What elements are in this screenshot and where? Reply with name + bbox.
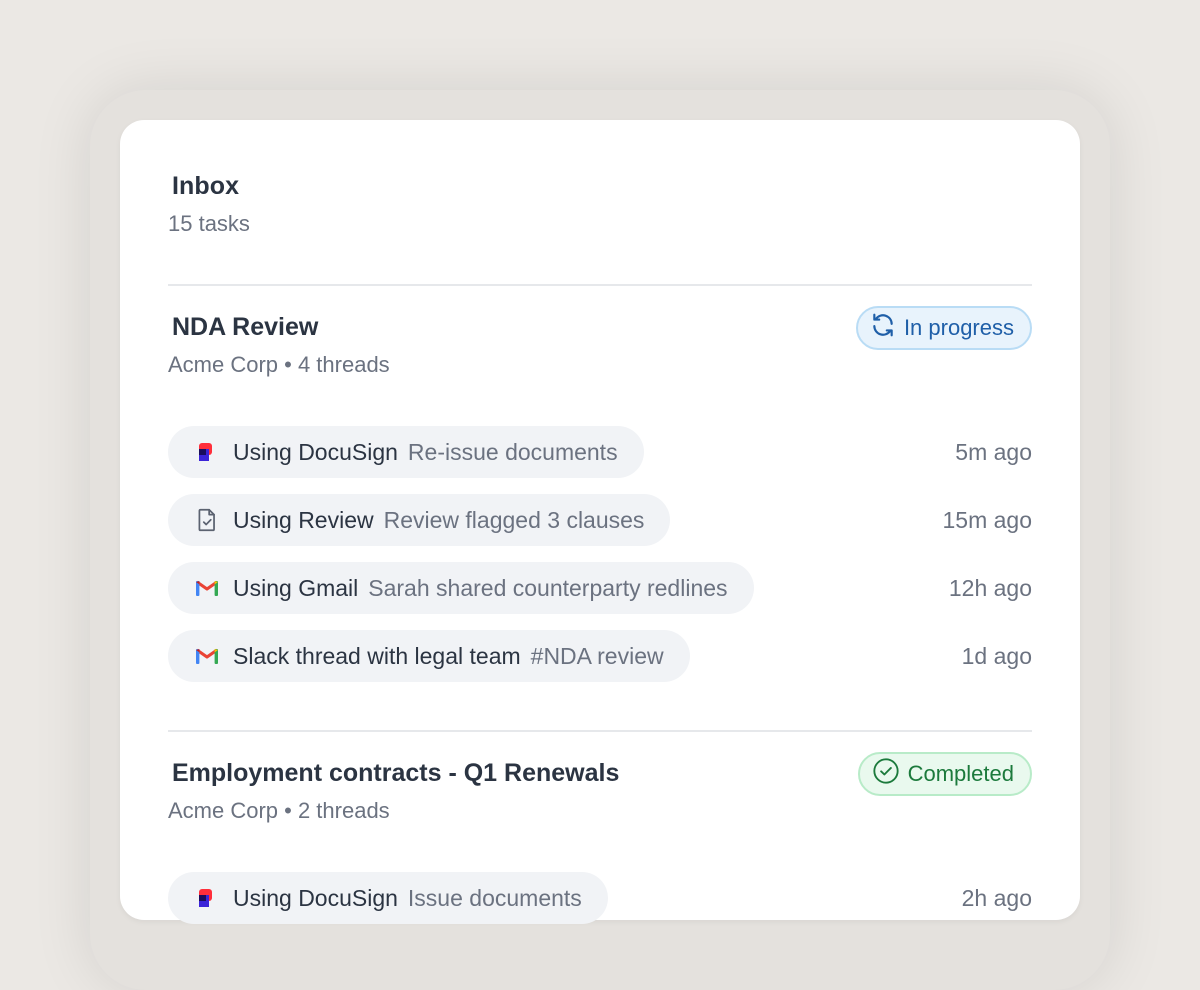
group-title-employment-contracts[interactable]: Employment contracts - Q1 Renewals	[172, 759, 619, 788]
thread-detail: Re-issue documents	[407, 438, 618, 465]
thread-label: Using DocuSign	[233, 438, 398, 465]
refresh-icon	[870, 312, 896, 344]
thread-time: 5m ago	[955, 438, 1032, 465]
thread-row[interactable]: Using Gmail Sarah shared counterparty re…	[168, 562, 1032, 614]
thread-label: Slack thread with legal team	[233, 642, 521, 669]
gmail-icon	[194, 575, 220, 601]
status-badge-in-progress: In progress	[855, 306, 1032, 350]
inbox-card: Inbox 15 tasks NDA Review Acme Corp • 4 …	[120, 120, 1080, 924]
gmail-icon	[194, 643, 220, 669]
thread-pill[interactable]: Using Review Review flagged 3 clauses	[168, 494, 671, 546]
group-subtitle: Acme Corp • 4 threads	[168, 352, 390, 377]
thread-row[interactable]: Using Review Review flagged 3 clauses 15…	[168, 494, 1032, 546]
thread-row[interactable]: Using DocuSign Issue documents 2h ago	[168, 872, 1032, 924]
thread-time: 2h ago	[961, 884, 1032, 911]
thread-time: 1d ago	[961, 642, 1032, 669]
thread-detail: #NDA review	[530, 642, 664, 669]
thread-pill[interactable]: Slack thread with legal team #NDA review	[168, 630, 690, 682]
divider	[168, 730, 1032, 732]
divider	[168, 284, 1032, 286]
status-label: In progress	[903, 315, 1014, 340]
thread-label: Using Gmail	[233, 574, 359, 601]
thread-pill[interactable]: Using Gmail Sarah shared counterparty re…	[168, 562, 754, 614]
docusign-icon	[194, 885, 220, 911]
thread-pill[interactable]: Using DocuSign Re-issue documents	[168, 426, 644, 478]
group-subtitle: Acme Corp • 2 threads	[168, 798, 390, 823]
thread-row[interactable]: Using DocuSign Re-issue documents 5m ago	[168, 426, 1032, 478]
status-badge-completed: Completed	[857, 752, 1032, 796]
check-circle-icon	[872, 757, 900, 791]
thread-detail: Review flagged 3 clauses	[383, 506, 645, 533]
thread-label: Using DocuSign	[233, 884, 398, 911]
inbox-task-count: 15 tasks	[168, 211, 250, 236]
document-check-icon	[194, 507, 220, 533]
inbox-header: Inbox 15 tasks	[168, 172, 250, 237]
thread-detail: Issue documents	[407, 884, 582, 911]
inbox-title: Inbox	[172, 172, 240, 200]
thread-pill[interactable]: Using DocuSign Issue documents	[168, 872, 608, 924]
thread-label: Using Review	[233, 506, 374, 533]
status-label: Completed	[907, 761, 1014, 786]
thread-detail: Sarah shared counterparty redlines	[368, 574, 728, 601]
thread-time: 15m ago	[942, 506, 1032, 533]
group-title-nda-review[interactable]: NDA Review	[172, 313, 318, 342]
docusign-icon	[194, 439, 220, 465]
thread-row[interactable]: Slack thread with legal team #NDA review…	[168, 630, 1032, 682]
thread-time: 12h ago	[948, 574, 1032, 601]
